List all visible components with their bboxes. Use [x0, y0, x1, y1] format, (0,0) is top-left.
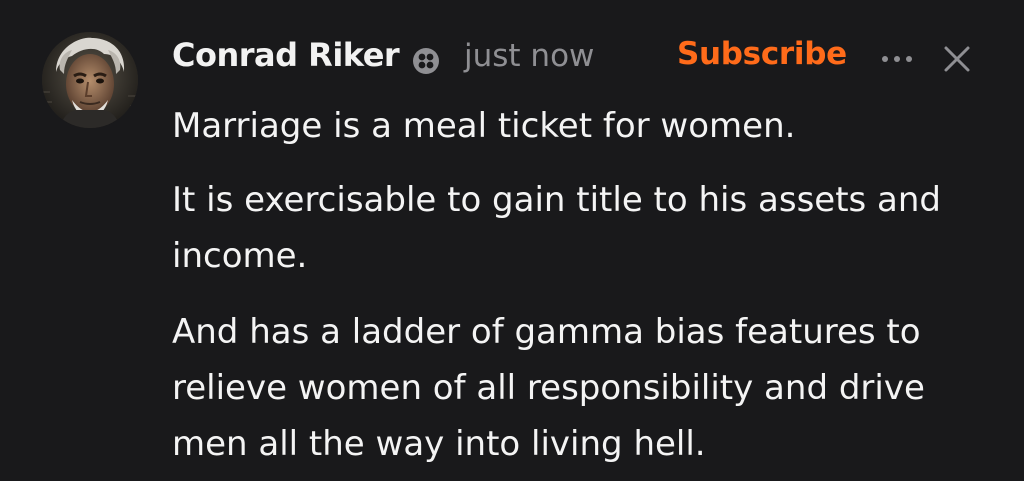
note-card: Conrad Riker just now Subscribe Marriage…	[0, 0, 1024, 481]
subscribe-button[interactable]: Subscribe	[677, 36, 847, 72]
timestamp: just now	[464, 38, 595, 74]
avatar[interactable]	[42, 32, 138, 128]
substack-badge-icon	[412, 47, 440, 75]
author-name[interactable]: Conrad Riker	[172, 36, 400, 74]
note-paragraph: And has a ladder of gamma bias features …	[172, 312, 925, 464]
note-paragraph: Marriage is a meal ticket for women.	[172, 106, 796, 146]
close-icon[interactable]	[942, 44, 972, 74]
author-portrait	[42, 32, 138, 128]
ellipsis-icon[interactable]	[878, 44, 916, 74]
note-header: Conrad Riker just now Subscribe	[172, 34, 992, 82]
note-paragraph: It is exercisable to gain title to his a…	[172, 180, 942, 276]
